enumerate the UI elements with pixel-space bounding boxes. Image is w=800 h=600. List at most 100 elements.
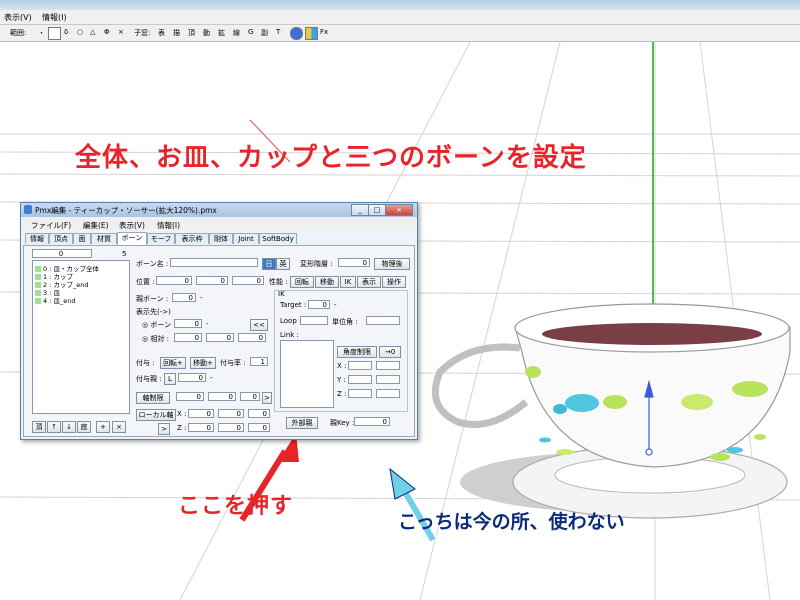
list-down-button[interactable]: ↓ bbox=[62, 421, 76, 433]
position-z-input[interactable]: 0 bbox=[232, 276, 264, 285]
axis-y-input[interactable]: 0 bbox=[208, 392, 236, 401]
rotate-checkbox[interactable]: 回転 bbox=[290, 276, 314, 288]
local-z2-input[interactable]: 0 bbox=[218, 423, 244, 432]
tab-face[interactable]: 面 bbox=[73, 233, 91, 244]
display-bone-input[interactable]: 0 bbox=[174, 319, 202, 328]
after-physics-checkbox[interactable]: 物理後 bbox=[374, 258, 410, 270]
ik-checkbox[interactable]: IK bbox=[340, 276, 356, 288]
tab-rigid-body[interactable]: 剛体 bbox=[209, 233, 233, 244]
local-z3-input[interactable]: 0 bbox=[248, 423, 270, 432]
maximize-button[interactable]: □ bbox=[368, 204, 386, 216]
angle-zero-button[interactable]: →0 bbox=[379, 346, 401, 358]
ik-unit-angle-input[interactable] bbox=[366, 316, 400, 325]
tb-scale[interactable]: 拡 bbox=[218, 28, 225, 38]
close-button[interactable]: × bbox=[385, 204, 413, 216]
local-x3-input[interactable]: 0 bbox=[248, 409, 270, 418]
tab-softbody[interactable]: SoftBody bbox=[259, 233, 297, 244]
tb-move[interactable]: 動 bbox=[203, 28, 210, 38]
relative-radio[interactable]: ◎ 相対 : bbox=[142, 334, 169, 344]
tb-vertex[interactable]: 頂 bbox=[188, 28, 195, 38]
cross-mode[interactable]: × bbox=[118, 28, 124, 36]
list-add-button[interactable]: + bbox=[96, 421, 110, 433]
local-axis-arrow-button[interactable]: > bbox=[158, 423, 170, 435]
list-top-button[interactable]: 頂 bbox=[32, 421, 46, 433]
menu-view[interactable]: 表示(V) bbox=[4, 12, 32, 23]
bone-name-input[interactable] bbox=[170, 258, 258, 267]
ik-z-max-input[interactable] bbox=[376, 389, 400, 398]
bone-index-field[interactable]: 0 bbox=[32, 249, 92, 258]
minimize-button[interactable]: _ bbox=[351, 204, 369, 216]
move-checkbox[interactable]: 移動 bbox=[315, 276, 339, 288]
relative-x-input[interactable]: 0 bbox=[174, 333, 202, 342]
display-dest-arrow-button[interactable]: << bbox=[250, 319, 268, 331]
ik-x-max-input[interactable] bbox=[376, 361, 400, 370]
pmx-menu-edit[interactable]: 編集(E) bbox=[83, 220, 109, 231]
triangle-mode[interactable]: △ bbox=[90, 28, 95, 36]
parent-bone-input[interactable]: 0 bbox=[172, 293, 196, 302]
axis-x-input[interactable]: 0 bbox=[176, 392, 204, 401]
grid-icon[interactable] bbox=[305, 27, 318, 40]
english-name-button[interactable]: 英 bbox=[276, 258, 290, 270]
tab-morph[interactable]: モーフ bbox=[147, 233, 175, 244]
ik-y-max-input[interactable] bbox=[376, 375, 400, 384]
circle-mode[interactable]: ○ bbox=[77, 28, 83, 36]
ik-z-min-input[interactable] bbox=[348, 389, 372, 398]
relative-z-input[interactable]: 0 bbox=[238, 333, 266, 342]
grant-rate-input[interactable]: 1 bbox=[250, 357, 268, 366]
position-y-input[interactable]: 0 bbox=[196, 276, 228, 285]
tab-display-frame[interactable]: 表示枠 bbox=[175, 233, 209, 244]
deform-level-input[interactable]: 0 bbox=[338, 258, 370, 267]
ik-link-list[interactable] bbox=[280, 340, 334, 408]
tb-fx[interactable]: Fx bbox=[320, 28, 328, 36]
point-mode[interactable]: ・ bbox=[38, 28, 45, 38]
delta-mode[interactable]: δ bbox=[64, 28, 68, 36]
tab-bone[interactable]: ボーン bbox=[117, 232, 147, 245]
grant-parent-local-button[interactable]: L bbox=[164, 373, 176, 385]
ik-target-input[interactable]: 0 bbox=[308, 300, 330, 309]
list-bottom-button[interactable]: 底 bbox=[77, 421, 91, 433]
key-input[interactable]: 0 bbox=[354, 417, 390, 426]
pmx-menu-info[interactable]: 情報(I) bbox=[157, 220, 180, 231]
grant-move-checkbox[interactable]: 移動+ bbox=[190, 357, 216, 369]
tab-joint[interactable]: Joint bbox=[233, 233, 259, 244]
box-select-icon[interactable] bbox=[48, 27, 61, 40]
tb-draw[interactable]: 描 bbox=[173, 28, 180, 38]
pmx-menu-view[interactable]: 表示(V) bbox=[119, 220, 145, 231]
local-axis-checkbox[interactable]: ローカル軸 bbox=[136, 409, 176, 421]
axis-arrow-button[interactable]: > bbox=[262, 392, 272, 404]
position-x-input[interactable]: 0 bbox=[156, 276, 192, 285]
ik-loop-input[interactable] bbox=[300, 316, 328, 325]
list-up-button[interactable]: ↑ bbox=[47, 421, 61, 433]
local-x2-input[interactable]: 0 bbox=[218, 409, 244, 418]
japanese-name-button[interactable]: 日 bbox=[262, 258, 276, 270]
list-delete-button[interactable]: × bbox=[112, 421, 126, 433]
visible-checkbox[interactable]: 表示 bbox=[357, 276, 381, 288]
external-parent-checkbox[interactable]: 外部親 bbox=[286, 417, 318, 429]
ik-y-min-input[interactable] bbox=[348, 375, 372, 384]
local-x1-input[interactable]: 0 bbox=[188, 409, 214, 418]
axis-limit-checkbox[interactable]: 軸制限 bbox=[136, 392, 170, 404]
axis-z-input[interactable]: 0 bbox=[240, 392, 260, 401]
menu-info[interactable]: 情報(I) bbox=[42, 12, 67, 23]
tab-info[interactable]: 情報 bbox=[25, 233, 49, 244]
operate-checkbox[interactable]: 操作 bbox=[382, 276, 406, 288]
tb-line[interactable]: 線 bbox=[233, 28, 240, 38]
grant-parent-input[interactable]: 0 bbox=[178, 373, 206, 382]
bone-list-item[interactable]: 4 : 皿_end bbox=[35, 295, 75, 305]
bone-list[interactable]: 0 : 皿・カップ全体 1 : カップ 2 : カップ_end 3 : 皿 4 … bbox=[32, 260, 130, 414]
bone-radio[interactable]: ◎ ボーン : bbox=[142, 320, 176, 330]
grant-rotate-checkbox[interactable]: 回転+ bbox=[160, 357, 186, 369]
angle-limit-checkbox[interactable]: 角度制限 bbox=[337, 346, 377, 358]
tb-sub[interactable]: 副 bbox=[261, 28, 268, 38]
globe-icon[interactable] bbox=[290, 27, 303, 40]
pmx-menu-file[interactable]: ファイル(F) bbox=[31, 220, 71, 231]
tab-material[interactable]: 材質 bbox=[91, 233, 117, 244]
tb-table[interactable]: 表 bbox=[158, 28, 165, 38]
ik-x-min-input[interactable] bbox=[348, 361, 372, 370]
tab-vertex[interactable]: 頂点 bbox=[49, 233, 73, 244]
tb-t[interactable]: T bbox=[276, 28, 280, 36]
relative-y-input[interactable]: 0 bbox=[206, 333, 234, 342]
phi-mode[interactable]: Φ bbox=[104, 28, 110, 36]
local-z1-input[interactable]: 0 bbox=[188, 423, 214, 432]
tb-g[interactable]: G bbox=[248, 28, 253, 36]
